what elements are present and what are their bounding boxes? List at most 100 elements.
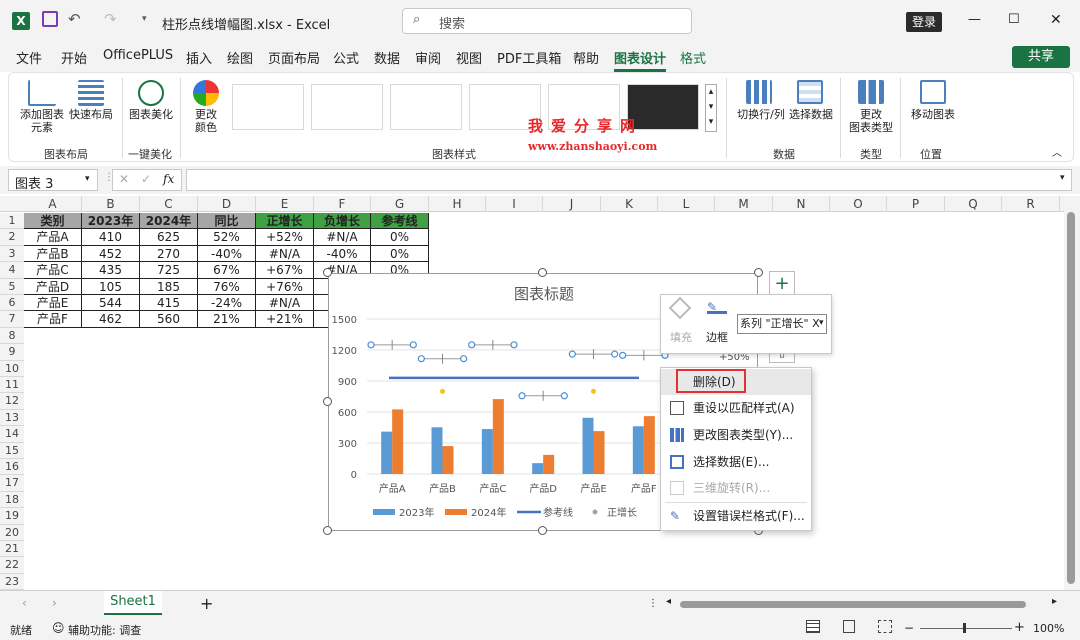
table-header-cell[interactable]: 类别	[24, 213, 82, 230]
row-header-6[interactable]: 6	[0, 295, 24, 312]
column-header-i[interactable]: I	[486, 196, 543, 212]
menu-chart-design[interactable]: 图表设计	[614, 48, 667, 72]
table-cell[interactable]: 625	[140, 229, 198, 246]
change-color-icon[interactable]	[193, 80, 219, 106]
row-header-5[interactable]: 5	[0, 278, 24, 295]
row-header-15[interactable]: 15	[0, 442, 24, 459]
error-bar-handle[interactable]	[468, 341, 476, 349]
close-button[interactable]: ✕	[1050, 12, 1062, 28]
table-header-cell[interactable]: 2023年	[82, 213, 140, 230]
bar-2024[interactable]	[442, 446, 454, 474]
border-icon[interactable]: ✎	[707, 300, 727, 314]
redo-icon[interactable]: ↷	[104, 10, 117, 28]
series-selector[interactable]: 系列 "正增长" X	[737, 314, 827, 334]
table-cell[interactable]: 产品F	[24, 311, 82, 328]
chart-style-2[interactable]	[311, 84, 383, 130]
chart-beautify-icon[interactable]	[138, 80, 164, 106]
table-cell[interactable]: 67%	[198, 262, 256, 279]
table-cell[interactable]: +52%	[256, 229, 314, 246]
change-color-label[interactable]: 更改 颜色	[184, 108, 228, 134]
zoom-in-icon[interactable]: +	[1014, 620, 1025, 635]
column-header-a[interactable]: A	[24, 196, 82, 212]
menu-view[interactable]: 视图	[456, 48, 482, 67]
insert-function-icon[interactable]: fx	[163, 172, 174, 186]
table-cell[interactable]: 0%	[371, 229, 429, 246]
table-cell[interactable]: 产品C	[24, 262, 82, 279]
styles-scroll-icon[interactable]: ▴ ▾ ▾	[705, 84, 717, 132]
row-header-7[interactable]: 7	[0, 311, 24, 328]
chart-beautify-label[interactable]: 图表美化	[126, 108, 176, 121]
share-button[interactable]: 共享	[1012, 46, 1070, 68]
row-header-2[interactable]: 2	[0, 229, 24, 246]
undo-icon[interactable]: ↶	[68, 10, 81, 28]
bar-2023[interactable]	[481, 429, 493, 474]
row-header-4[interactable]: 4	[0, 262, 24, 279]
bar-2023[interactable]	[381, 431, 393, 474]
error-bar-handle[interactable]	[409, 341, 417, 349]
legend-label[interactable]: 2024年	[471, 506, 506, 519]
table-header-cell[interactable]: 正增长	[256, 213, 314, 230]
menu-pdf[interactable]: PDF工具箱	[497, 48, 561, 67]
y-tick-label[interactable]: 900	[338, 377, 357, 388]
menu-file[interactable]: 文件	[16, 48, 42, 67]
add-chart-element-icon[interactable]	[28, 80, 56, 106]
zoom-out-icon[interactable]: −	[904, 621, 914, 635]
vertical-scroll-thumb[interactable]	[1067, 212, 1075, 584]
table-cell[interactable]: +76%	[256, 278, 314, 295]
y-tick-label[interactable]: 300	[338, 439, 357, 450]
row-header-21[interactable]: 21	[0, 541, 24, 558]
y-tick-label[interactable]: 1200	[332, 346, 357, 357]
sheet-tab-sheet1[interactable]: Sheet1	[104, 591, 162, 615]
column-header-h[interactable]: H	[429, 196, 486, 212]
switch-row-col-label[interactable]: 切换行/列	[734, 108, 788, 121]
table-header-cell[interactable]: 负增长	[314, 213, 371, 230]
next-sheet-icon[interactable]: ›	[52, 596, 57, 610]
table-cell[interactable]: #N/A	[256, 295, 314, 312]
name-box-dropdown-icon[interactable]: ▾	[85, 174, 90, 184]
error-bar-handle[interactable]	[518, 392, 526, 400]
add-chart-element-label[interactable]: 添加图表 元素	[14, 108, 70, 134]
tab-split-icon[interactable]: ⋮	[648, 598, 658, 609]
menu-page-layout[interactable]: 页面布局	[268, 48, 320, 67]
bar-2024[interactable]	[392, 409, 404, 474]
menu-insert[interactable]: 插入	[186, 48, 212, 67]
search-box[interactable]: ⌕ 搜索	[402, 8, 692, 34]
context-reset-style[interactable]: 重设以匹配样式(A)	[661, 395, 811, 421]
table-cell[interactable]: 产品B	[24, 245, 82, 263]
bar-2023[interactable]	[532, 463, 544, 474]
error-bar-handle[interactable]	[611, 350, 619, 358]
negative-growth-point[interactable]	[440, 388, 445, 394]
table-header-cell[interactable]: 参考线	[371, 213, 429, 230]
error-bar-handle[interactable]	[510, 341, 518, 349]
table-cell[interactable]: 462	[82, 311, 140, 328]
bar-2023[interactable]	[582, 417, 594, 474]
table-cell[interactable]: 544	[82, 295, 140, 312]
scroll-right-icon[interactable]: ▸	[1052, 596, 1057, 607]
menu-data[interactable]: 数据	[374, 48, 400, 67]
resize-handle[interactable]	[323, 268, 332, 277]
table-cell[interactable]: 76%	[198, 278, 256, 295]
row-header-23[interactable]: 23	[0, 573, 24, 591]
resize-handle[interactable]	[323, 526, 332, 535]
error-bar-handle[interactable]	[619, 351, 627, 359]
table-cell[interactable]: 725	[140, 262, 198, 279]
column-header-l[interactable]: L	[658, 196, 715, 212]
legend-label[interactable]: 正增长	[607, 506, 637, 519]
row-header-19[interactable]: 19	[0, 508, 24, 525]
table-cell[interactable]: 0%	[371, 245, 429, 263]
table-cell[interactable]: 560	[140, 311, 198, 328]
formula-input[interactable]	[186, 169, 1072, 191]
maximize-button[interactable]: ☐	[1008, 12, 1020, 27]
minimize-button[interactable]: —	[968, 12, 981, 27]
table-cell[interactable]: 435	[82, 262, 140, 279]
table-cell[interactable]: 产品E	[24, 295, 82, 312]
resize-handle[interactable]	[323, 397, 332, 406]
column-header-e[interactable]: E	[256, 196, 314, 212]
x-tick-label[interactable]: 产品C	[479, 482, 506, 495]
context-select-data[interactable]: 选择数据(E)...	[661, 449, 811, 475]
quick-layout-icon[interactable]	[78, 80, 104, 106]
bar-2024[interactable]	[492, 399, 504, 474]
menu-formulas[interactable]: 公式	[333, 48, 359, 67]
column-header-r[interactable]: R	[1002, 196, 1060, 212]
collapse-ribbon-icon[interactable]: ︿	[1052, 144, 1062, 159]
